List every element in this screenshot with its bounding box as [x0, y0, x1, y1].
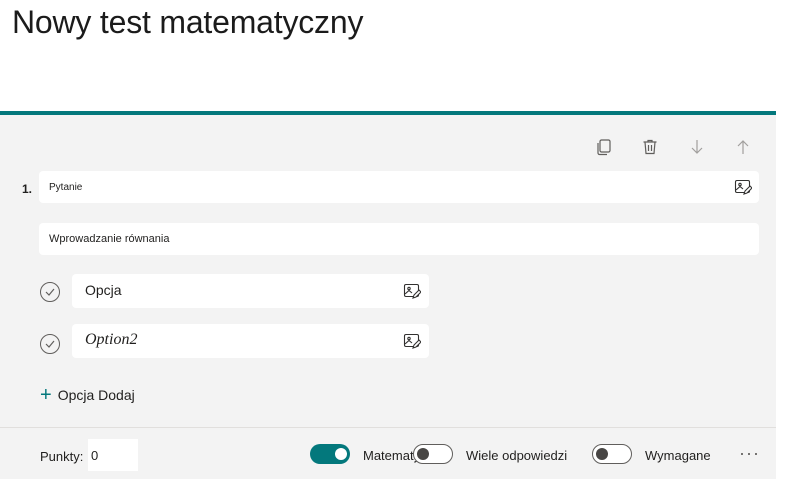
copy-icon[interactable]	[592, 135, 616, 159]
option-text-1: Opcja	[85, 282, 122, 298]
equation-placeholder: Wprowadzanie równania	[49, 233, 170, 245]
multiple-answers-label: Wiele odpowiedzi	[466, 448, 568, 463]
option-correct-check-1[interactable]	[40, 282, 60, 302]
move-up-icon[interactable]	[731, 135, 755, 159]
points-label: Punkty:	[40, 449, 84, 464]
option-input-1[interactable]: Opcja	[72, 274, 429, 308]
points-input[interactable]: 0	[88, 439, 138, 471]
math-toggle-knob	[335, 448, 347, 460]
question-input[interactable]: Pytanie	[39, 171, 759, 203]
question-number: 1.	[22, 182, 33, 196]
form-title[interactable]: Nowy test matematyczny	[12, 4, 363, 41]
option-correct-check-2[interactable]	[40, 334, 60, 354]
insert-image-icon[interactable]	[733, 177, 753, 197]
option-text-2: Option2	[85, 331, 138, 348]
delete-icon[interactable]	[638, 135, 662, 159]
multiple-answers-toggle[interactable]	[413, 444, 453, 464]
move-down-icon[interactable]	[685, 135, 709, 159]
add-option-button[interactable]: + Opcja Dodaj	[40, 384, 135, 406]
required-toggle[interactable]	[592, 444, 632, 464]
required-toggle-knob	[596, 448, 608, 460]
required-label: Wymagane	[645, 448, 711, 463]
add-option-label: Opcja Dodaj	[57, 387, 135, 403]
math-toggle[interactable]	[310, 444, 350, 464]
footer-divider	[0, 427, 776, 428]
multiple-answers-toggle-knob	[417, 448, 429, 460]
plus-icon: +	[40, 384, 52, 406]
more-options-icon[interactable]: ···	[739, 443, 760, 464]
question-card: 1. Pytanie Wprowadzanie równania Opcja O…	[0, 111, 776, 479]
equation-input[interactable]: Wprowadzanie równania	[39, 223, 759, 255]
option-input-2[interactable]: Option2	[72, 324, 429, 358]
option-image-icon-1[interactable]	[402, 281, 422, 301]
points-value: 0	[91, 448, 99, 463]
option-image-icon-2[interactable]	[402, 331, 422, 351]
question-placeholder: Pytanie	[49, 182, 83, 193]
